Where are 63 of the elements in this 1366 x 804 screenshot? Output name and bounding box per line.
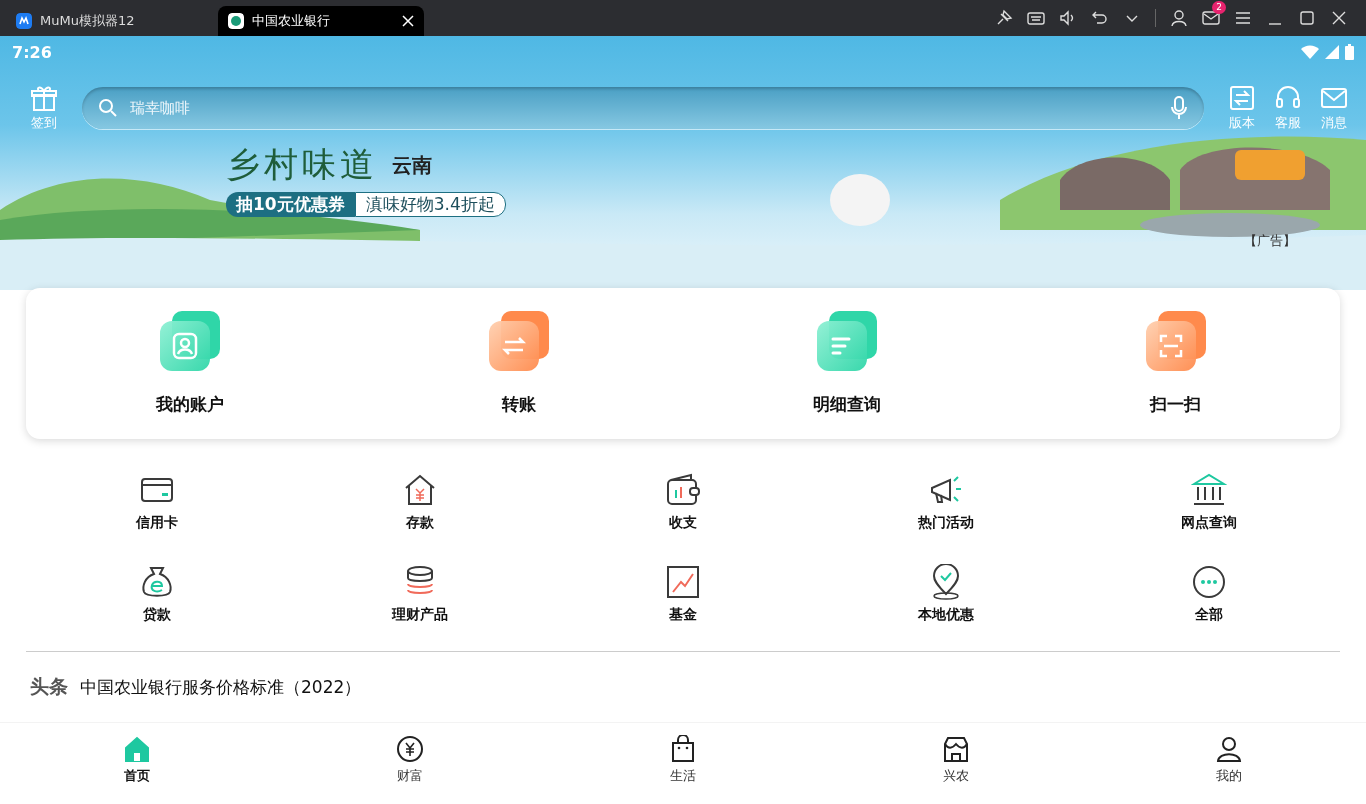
scan-icon (1143, 309, 1208, 373)
search-icon (98, 98, 118, 118)
quick-action[interactable]: 我的账户 (26, 308, 355, 417)
nav-tab[interactable]: 我的 (1092, 734, 1366, 786)
service-item[interactable]: 基金 (551, 563, 815, 625)
more-icon (1190, 564, 1227, 600)
notification-badge: 2 (1212, 1, 1226, 14)
quick-action[interactable]: 扫一扫 (1011, 308, 1340, 417)
battery-icon (1345, 44, 1354, 60)
service-item[interactable]: 理财产品 (288, 563, 552, 625)
close-icon[interactable] (402, 15, 414, 27)
search-input[interactable]: 瑞幸咖啡 (128, 92, 1160, 124)
arrows-icon (486, 309, 551, 373)
headline-link[interactable]: 中国农业银行服务价格标准（2022） (80, 675, 362, 699)
nav-tab[interactable]: 生活 (546, 734, 820, 786)
user-icon[interactable] (1170, 9, 1188, 27)
undo-icon[interactable] (1091, 9, 1109, 27)
list-icon (815, 309, 880, 373)
pin-icon[interactable] (995, 9, 1013, 27)
nav-tab[interactable]: 财富 (273, 734, 547, 786)
person-card-icon (158, 309, 223, 373)
menu-icon[interactable] (1234, 9, 1252, 27)
storefront-icon (942, 735, 971, 763)
mail-icon[interactable] (1202, 9, 1220, 27)
service-item[interactable]: 网点查询 (1077, 471, 1340, 533)
nav-tab[interactable]: 首页 (0, 734, 274, 786)
service-item[interactable]: 全部 (1077, 563, 1340, 625)
signal-icon (1325, 45, 1339, 59)
headline-tag: 头条 (30, 674, 68, 700)
coupon-tag[interactable]: 抽10元优惠券 (226, 192, 355, 217)
bank-logo-icon (228, 13, 244, 29)
house-icon (122, 735, 151, 763)
service-item[interactable]: 收支 (551, 471, 815, 533)
service-item[interactable]: 贷款 (26, 563, 289, 625)
gift-icon (30, 84, 58, 112)
status-time: 7:26 (12, 42, 52, 62)
yen-coin-icon (395, 735, 424, 763)
chart-icon (665, 564, 701, 600)
version-icon (1228, 84, 1256, 112)
banner-region: 云南 (392, 151, 432, 179)
quick-action[interactable]: 明细查询 (683, 308, 1012, 417)
emulator-tab[interactable]: 中国农业银行 (218, 6, 424, 36)
shopping-bag-icon (669, 735, 697, 763)
app-logo-icon (16, 13, 32, 29)
wifi-icon (1301, 45, 1319, 59)
keyboard-icon[interactable] (1027, 9, 1045, 27)
quick-action[interactable]: 转账 (354, 308, 683, 417)
wallet-icon (665, 472, 701, 508)
maximize-icon[interactable] (1298, 9, 1316, 27)
emulator-tab[interactable]: MuMu模拟器12 (6, 6, 212, 36)
service-item[interactable]: 本地优惠 (814, 563, 1078, 625)
service-item[interactable]: 存款 (288, 471, 552, 533)
close-icon[interactable] (1330, 9, 1348, 27)
banner-title: 乡村味道 (226, 143, 378, 186)
person-icon (1215, 735, 1244, 763)
bank-building-icon (1190, 472, 1227, 508)
nav-tab[interactable]: 兴农 (819, 734, 1093, 786)
search-field[interactable]: 瑞幸咖啡 (82, 87, 1204, 129)
service-item[interactable]: 热门活动 (814, 471, 1078, 533)
microphone-icon[interactable] (1170, 96, 1188, 120)
ad-label: 【广告】 (1244, 232, 1296, 250)
offer-tag: 滇味好物3.4折起 (354, 192, 506, 217)
service-item[interactable]: 信用卡 (26, 471, 289, 533)
